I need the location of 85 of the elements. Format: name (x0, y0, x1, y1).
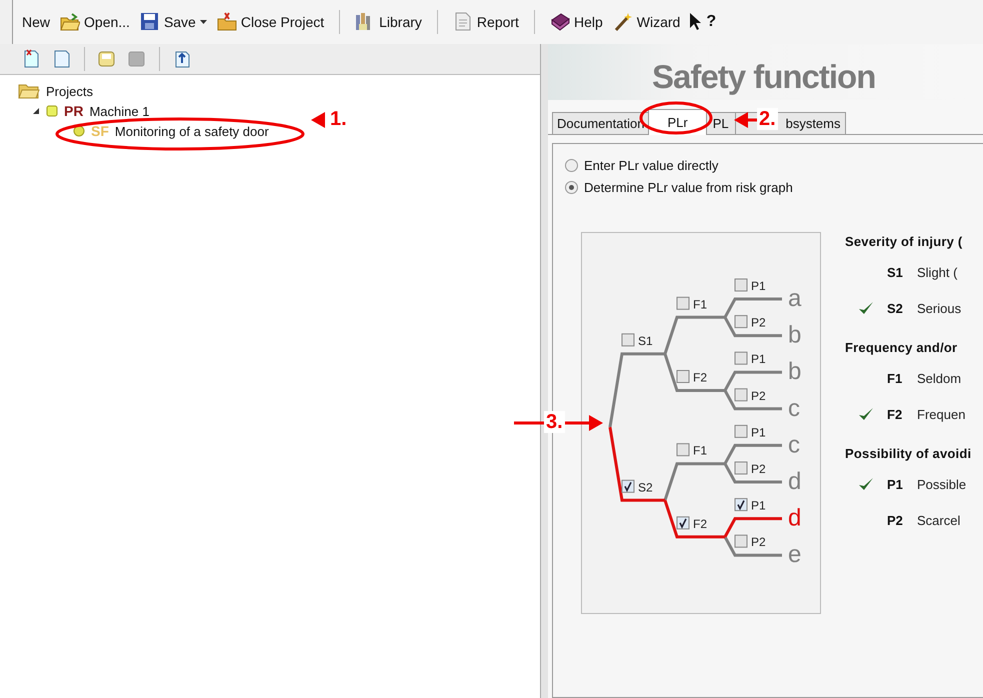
result-letter: a (788, 285, 802, 312)
annotation-label: 2. (757, 108, 778, 130)
annotation-label: 1. (329, 108, 348, 130)
checkbox[interactable] (734, 462, 748, 474)
disk-button[interactable] (97, 49, 117, 69)
node-label: S1 (638, 334, 653, 348)
annotation-arrow (734, 112, 758, 128)
toolbar-button[interactable]: Open... (57, 10, 133, 34)
book-icon (550, 12, 570, 32)
result-letter: b (788, 322, 802, 349)
criterion-code: F2 (887, 406, 904, 422)
pointer-icon (690, 13, 702, 31)
criterion-heading: Frequency and/or (845, 340, 958, 357)
node-label: S2 (638, 480, 653, 494)
node-label: P1 (751, 425, 766, 440)
node-label: P1 (751, 279, 766, 293)
criterion-heading: Possibility of avoidi (845, 446, 972, 463)
node-label: P2 (751, 316, 766, 330)
annotation-label: 3. (544, 411, 565, 433)
criterion-code: P2 (887, 512, 904, 528)
checkbox[interactable] (734, 315, 748, 328)
folder-icon (216, 12, 237, 32)
checkbox[interactable] (734, 352, 748, 365)
criterion-heading: Severity of injury ( (845, 234, 964, 251)
magic-wand-icon (612, 12, 633, 32)
tree-item-code: PR (64, 103, 84, 119)
page-title: Safety function (652, 58, 876, 96)
toolbar-button[interactable]: Wizard (610, 10, 684, 34)
criterion-code: S1 (887, 264, 904, 280)
toolbar-button[interactable]: Report (450, 10, 522, 34)
criterion-text: Scarcel (917, 512, 960, 528)
criterion-code: P1 (887, 476, 904, 492)
checkbox[interactable] (734, 278, 748, 292)
result-letter: e (788, 541, 802, 568)
tab[interactable]: Documentation (552, 112, 650, 134)
result-letter: d (788, 504, 802, 532)
folder-icon (60, 12, 80, 32)
result-letter: c (788, 431, 800, 458)
tree-item[interactable]: Projects (46, 84, 93, 98)
checkbox[interactable] (676, 370, 690, 383)
status-icon (46, 105, 58, 117)
node-label: P2 (751, 388, 766, 403)
node-label: F1 (693, 444, 708, 458)
checkbox[interactable] (734, 424, 748, 438)
toolbar-button[interactable]: Save (136, 10, 210, 34)
radio-option[interactable]: Enter PLr value directly (565, 154, 718, 176)
tree-item[interactable]: Monitoring of a safety door (114, 124, 269, 138)
node-label: P1 (751, 498, 766, 513)
criterion-text: Seldom (917, 370, 962, 386)
checkbox[interactable] (734, 388, 748, 402)
toolbar-button[interactable]: Library (352, 10, 425, 34)
checkbox[interactable] (622, 333, 634, 346)
criterion-code: F1 (887, 370, 904, 386)
sheet-button[interactable] (52, 49, 72, 69)
toolbar-button[interactable]: Help (546, 10, 606, 34)
radio-option[interactable]: Determine PLr value from risk graph (565, 176, 793, 198)
result-letter: d (788, 468, 802, 495)
document-icon (452, 12, 473, 32)
node-label: P2 (751, 462, 766, 476)
result-letter: c (788, 394, 800, 422)
tree-item-code: SF (91, 123, 109, 139)
result-letter: b (788, 358, 802, 386)
node-label: F1 (693, 297, 708, 312)
checkbox[interactable] (676, 443, 690, 456)
checkbox[interactable] (734, 498, 748, 512)
checkbox[interactable] (622, 480, 634, 493)
open-folder-icon[interactable] (18, 83, 40, 99)
checkbox[interactable] (734, 534, 748, 548)
criterion-text: Frequen (917, 406, 966, 422)
expanded-icon[interactable] (32, 107, 40, 115)
criterion-text: Possible (917, 476, 966, 492)
criterion-code: S2 (887, 300, 904, 316)
toolbar-button[interactable]: New (19, 12, 54, 32)
checkbox[interactable] (676, 516, 690, 530)
node-label: P2 (751, 535, 766, 550)
checkbox[interactable] (676, 296, 690, 310)
criterion-text: Slight ( (917, 264, 958, 280)
node-label: F2 (693, 370, 708, 384)
annotation-arrow (311, 112, 325, 128)
tree-item[interactable]: Machine 1 (89, 104, 150, 118)
criterion-text: Serious (917, 300, 962, 316)
node-label: F2 (693, 516, 708, 531)
whats-this-button[interactable]: ? (687, 11, 720, 33)
node-label: P1 (751, 352, 766, 366)
toolbar-button[interactable]: Close Project (214, 10, 328, 34)
